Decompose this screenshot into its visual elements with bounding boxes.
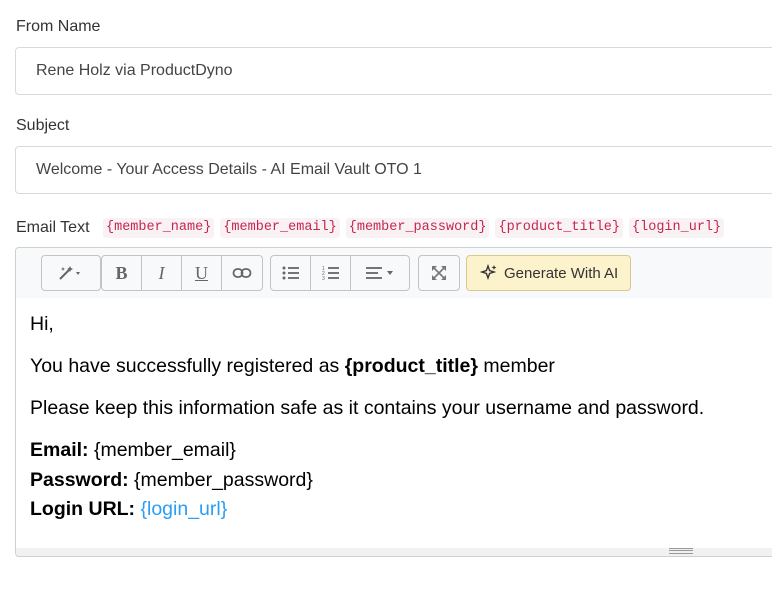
fullscreen-icon xyxy=(432,266,446,280)
magic-wand-icon xyxy=(59,266,80,280)
login-url-line: Login URL: {login_url} xyxy=(30,498,228,520)
editor-toolbar: B I U 1 2 3 Generate With AI xyxy=(16,248,772,298)
unordered-list-icon xyxy=(282,266,299,280)
generate-with-ai-label: Generate With AI xyxy=(504,264,619,282)
from-name-label: From Name xyxy=(16,18,101,35)
registered-line: You have successfully registered as {pro… xyxy=(30,355,555,377)
login-url-link[interactable]: {login_url} xyxy=(140,498,227,520)
merge-tag-login-url[interactable]: {login_url} xyxy=(629,218,725,238)
product-title-tag: {product_title} xyxy=(344,355,478,377)
link-icon xyxy=(232,268,252,278)
email-text-label: Email Text xyxy=(16,219,90,236)
italic-button[interactable]: I xyxy=(142,256,182,290)
ordered-list-button[interactable]: 1 2 3 xyxy=(311,256,351,290)
editor-resize-bar[interactable] xyxy=(16,548,772,556)
unordered-list-button[interactable] xyxy=(271,256,311,290)
email-line: Email: {member_email} xyxy=(30,439,236,461)
list-group: 1 2 3 xyxy=(270,255,410,291)
subject-input[interactable]: Welcome - Your Access Details - AI Email… xyxy=(15,146,772,194)
resize-grip-icon[interactable] xyxy=(669,548,693,554)
merge-tag-member-email[interactable]: {member_email} xyxy=(220,218,340,238)
format-group: B I U xyxy=(101,255,263,291)
password-line: Password: {member_password} xyxy=(30,469,313,491)
link-button[interactable] xyxy=(222,256,262,290)
align-icon xyxy=(366,267,393,279)
greeting-text: Hi, xyxy=(30,313,54,335)
email-editor[interactable]: B I U 1 2 3 Generate With AI Hi, You hav… xyxy=(15,247,772,557)
sparkle-icon xyxy=(480,264,497,281)
fullscreen-button[interactable] xyxy=(419,256,459,290)
underline-button[interactable]: U xyxy=(182,256,222,290)
merge-tag-member-name[interactable]: {member_name} xyxy=(103,218,215,238)
view-group xyxy=(418,255,460,291)
ordered-list-icon: 1 2 3 xyxy=(322,266,339,280)
from-name-input[interactable]: Rene Holz via ProductDyno xyxy=(15,47,772,95)
bold-button[interactable]: B xyxy=(102,256,142,290)
merge-tag-member-password[interactable]: {member_password} xyxy=(345,218,490,238)
svg-text:3: 3 xyxy=(322,276,325,280)
subject-label: Subject xyxy=(16,117,70,134)
magic-style-button[interactable] xyxy=(42,256,100,290)
merge-tag-product-title[interactable]: {product_title} xyxy=(495,218,624,238)
merge-tags: {member_name} {member_email} {member_pas… xyxy=(103,218,725,238)
generate-with-ai-button[interactable]: Generate With AI xyxy=(466,255,631,291)
align-button[interactable] xyxy=(351,256,409,290)
style-group xyxy=(41,255,101,291)
keep-safe-line: Please keep this information safe as it … xyxy=(30,397,705,419)
